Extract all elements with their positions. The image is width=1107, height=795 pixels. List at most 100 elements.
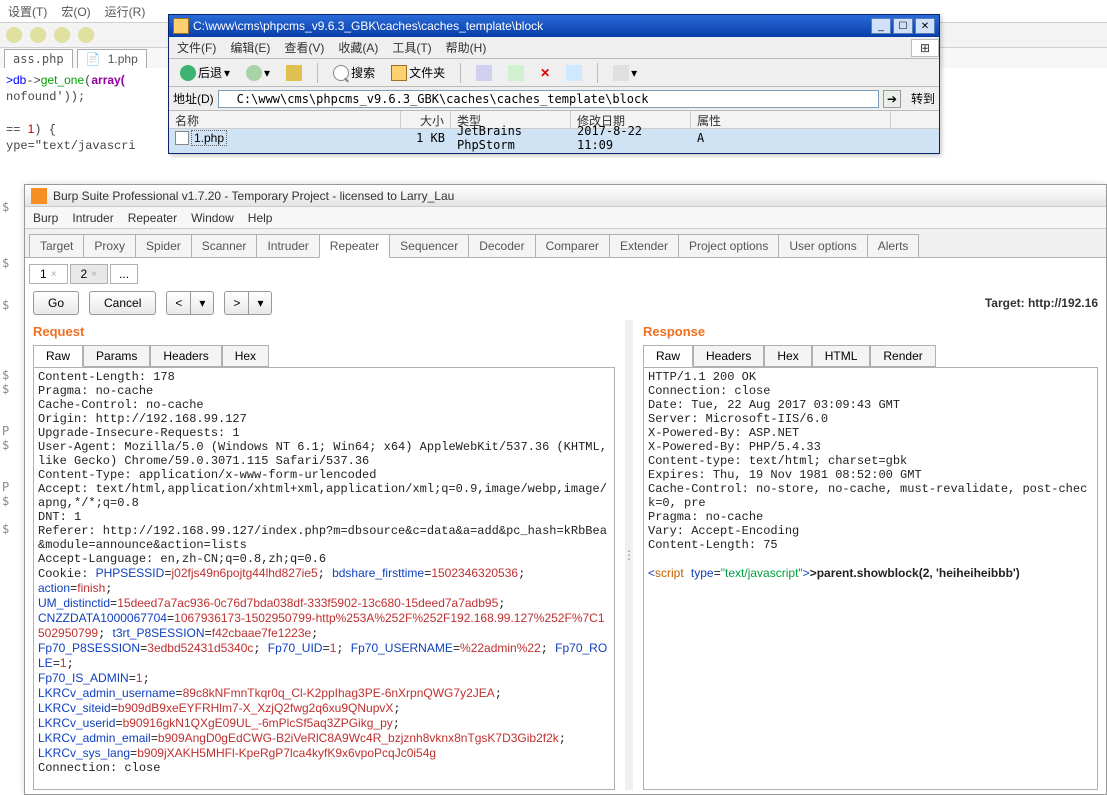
explorer-titlebar[interactable]: C:\www\cms\phpcms_v9.6.3_GBK\caches\cach… <box>169 15 939 37</box>
msg-tab-html[interactable]: HTML <box>812 345 871 367</box>
msg-tab-hex[interactable]: Hex <box>764 345 811 367</box>
repeater-tabs[interactable]: 1× 2× ... <box>29 262 1102 286</box>
col-name[interactable]: 名称 <box>169 111 401 128</box>
file-size: 1 KB <box>401 130 451 146</box>
explorer-menu[interactable]: 文件(F) 编辑(E) 查看(V) 收藏(A) 工具(T) 帮助(H) ⊞ <box>169 37 939 59</box>
go-button[interactable]: 转到 <box>911 90 935 107</box>
search-button[interactable]: 搜索 <box>328 61 380 84</box>
file-name[interactable]: 1.php <box>191 130 227 146</box>
address-label: 地址(D) <box>173 90 214 107</box>
undo-icon[interactable] <box>561 62 587 84</box>
response-tabs[interactable]: RawHeadersHexHTMLRender <box>643 345 1098 367</box>
main-tab-target[interactable]: Target <box>29 234 84 258</box>
main-tab-project-options[interactable]: Project options <box>678 234 779 258</box>
php-file-icon <box>175 131 189 145</box>
request-tabs[interactable]: RawParamsHeadersHex <box>33 345 615 367</box>
editor-tab[interactable]: 📄 1.php <box>77 49 147 68</box>
move-icon[interactable] <box>471 62 497 84</box>
maximize-button[interactable]: ☐ <box>893 18 913 34</box>
toolbar-icon[interactable] <box>30 27 46 43</box>
copy-icon[interactable] <box>503 62 529 84</box>
up-button[interactable] <box>281 62 307 84</box>
folder-icon <box>173 18 189 34</box>
repeater-panel: 1× 2× ... Go Cancel <▾ >▾ Target: http:/… <box>25 257 1106 794</box>
burp-titlebar[interactable]: Burp Suite Professional v1.7.20 - Tempor… <box>25 185 1106 207</box>
menu-file[interactable]: 文件(F) <box>177 39 216 56</box>
editor-menu-settings[interactable]: 设置(T) <box>8 3 47 20</box>
toolbar-icon[interactable] <box>54 27 70 43</box>
request-body[interactable]: Content-Length: 178 Pragma: no-cache Cac… <box>33 367 615 790</box>
request-heading: Request <box>33 324 615 339</box>
address-input[interactable] <box>218 90 879 108</box>
menu-edit[interactable]: 编辑(E) <box>230 39 270 56</box>
history-fwd-menu[interactable]: ▾ <box>249 291 272 315</box>
target-label[interactable]: Target: http://192.16 <box>985 296 1098 310</box>
explorer-toolbar: 后退 ▾ ▾ 搜索 文件夹 ✕ ▾ <box>169 59 939 87</box>
main-tab-repeater[interactable]: Repeater <box>319 234 390 258</box>
file-attr: A <box>691 130 891 146</box>
main-tab-alerts[interactable]: Alerts <box>867 234 920 258</box>
menu-intruder[interactable]: Intruder <box>72 211 113 225</box>
minimize-button[interactable]: _ <box>871 18 891 34</box>
toolbar-icon[interactable] <box>78 27 94 43</box>
main-tab-comparer[interactable]: Comparer <box>535 234 610 258</box>
file-row[interactable]: 1.php 1 KB JetBrains PhpStorm 2017-8-22 … <box>169 129 939 147</box>
menu-view[interactable]: 查看(V) <box>284 39 324 56</box>
history-back[interactable]: < <box>166 291 191 315</box>
msg-tab-params[interactable]: Params <box>83 345 150 367</box>
burp-menubar[interactable]: Burp Intruder Repeater Window Help <box>25 207 1106 229</box>
main-tab-decoder[interactable]: Decoder <box>468 234 535 258</box>
explorer-addressbar: 地址(D) ➔ 转到 <box>169 87 939 111</box>
views-button[interactable]: ▾ <box>608 62 642 84</box>
cancel-button[interactable]: Cancel <box>89 291 156 315</box>
history-back-group[interactable]: <▾ <box>166 291 214 315</box>
msg-tab-raw[interactable]: Raw <box>33 345 83 367</box>
main-tab-proxy[interactable]: Proxy <box>83 234 136 258</box>
menu-help[interactable]: 帮助(H) <box>446 39 487 56</box>
main-tab-scanner[interactable]: Scanner <box>191 234 258 258</box>
menu-repeater[interactable]: Repeater <box>128 211 177 225</box>
menu-window[interactable]: Window <box>191 211 234 225</box>
delete-icon[interactable]: ✕ <box>535 63 555 83</box>
repeater-tab-1[interactable]: 1× <box>29 264 68 284</box>
repeater-tab-more[interactable]: ... <box>110 264 138 284</box>
go-arrow-icon[interactable]: ➔ <box>883 90 901 108</box>
menu-tools[interactable]: 工具(T) <box>392 39 431 56</box>
main-tab-sequencer[interactable]: Sequencer <box>389 234 469 258</box>
go-button[interactable]: Go <box>33 291 79 315</box>
main-tab-spider[interactable]: Spider <box>135 234 192 258</box>
main-tab-extender[interactable]: Extender <box>609 234 679 258</box>
burp-title-text: Burp Suite Professional v1.7.20 - Tempor… <box>53 189 454 203</box>
main-tab-user-options[interactable]: User options <box>778 234 867 258</box>
back-button[interactable]: 后退 ▾ <box>175 61 235 84</box>
response-heading: Response <box>643 324 1098 339</box>
menu-burp[interactable]: Burp <box>33 211 58 225</box>
main-tab-intruder[interactable]: Intruder <box>256 234 319 258</box>
history-fwd[interactable]: > <box>224 291 249 315</box>
history-fwd-group[interactable]: >▾ <box>224 291 272 315</box>
forward-button[interactable]: ▾ <box>241 62 275 84</box>
folders-button[interactable]: 文件夹 <box>386 61 450 84</box>
menu-help[interactable]: Help <box>248 211 273 225</box>
history-back-menu[interactable]: ▾ <box>191 291 214 315</box>
col-attr[interactable]: 属性 <box>691 111 891 128</box>
response-body[interactable]: HTTP/1.1 200 OK Connection: close Date: … <box>643 367 1098 790</box>
msg-tab-headers[interactable]: Headers <box>150 345 221 367</box>
close-button[interactable]: ✕ <box>915 18 935 34</box>
msg-tab-render[interactable]: Render <box>870 345 935 367</box>
repeater-tab-2[interactable]: 2× <box>70 264 109 284</box>
editor-menu-macro[interactable]: 宏(O) <box>61 3 90 20</box>
burp-main-tabs[interactable]: TargetProxySpiderScannerIntruderRepeater… <box>25 229 1106 257</box>
splitter[interactable]: ⋮ <box>625 320 633 790</box>
msg-tab-raw[interactable]: Raw <box>643 345 693 367</box>
gutter-markers: $ $ $ $ $ P $ P $ $ <box>2 200 9 536</box>
col-size[interactable]: 大小 <box>401 111 451 128</box>
explorer-window: C:\www\cms\phpcms_v9.6.3_GBK\caches\cach… <box>168 14 940 154</box>
editor-tab[interactable]: ass.php <box>4 49 73 68</box>
editor-menu-run[interactable]: 运行(R) <box>105 3 146 20</box>
file-date: 2017-8-22 11:09 <box>571 123 691 153</box>
menu-favorites[interactable]: 收藏(A) <box>338 39 378 56</box>
msg-tab-headers[interactable]: Headers <box>693 345 764 367</box>
toolbar-icon[interactable] <box>6 27 22 43</box>
msg-tab-hex[interactable]: Hex <box>222 345 269 367</box>
